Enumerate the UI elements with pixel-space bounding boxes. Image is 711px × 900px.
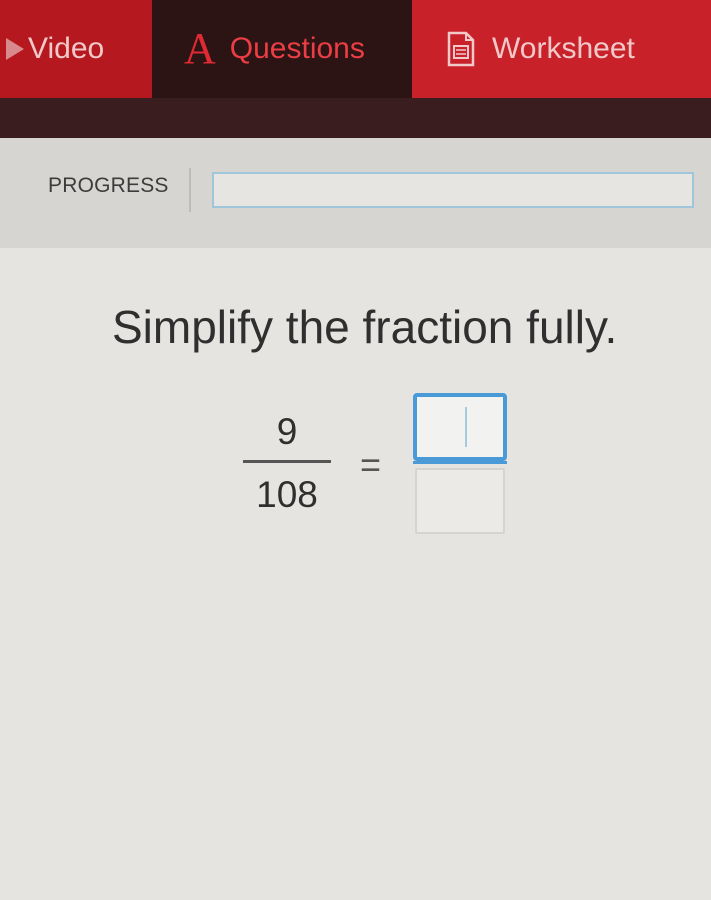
equals-sign: = xyxy=(360,444,382,485)
progress-label: PROGRESS xyxy=(48,174,169,197)
fraction-bar xyxy=(243,460,331,463)
text-caret xyxy=(465,407,467,447)
worksheet-icon xyxy=(446,31,476,67)
progress-bar xyxy=(212,172,694,208)
tab-worksheet-label: Worksheet xyxy=(492,32,635,65)
letter-a-icon: A xyxy=(184,24,216,73)
answer-fraction-bar xyxy=(413,461,507,464)
tab-questions[interactable]: A Questions xyxy=(152,0,412,98)
fraction-denominator: 108 xyxy=(256,474,318,515)
question-area: Simplify the fraction fully. 9 108 = xyxy=(0,248,711,900)
answer-numerator-input[interactable] xyxy=(413,393,507,461)
progress-section: PROGRESS xyxy=(0,138,711,248)
question-prompt: Simplify the fraction fully. xyxy=(112,301,618,353)
given-fraction: 9 108 xyxy=(243,408,331,519)
tab-questions-label: Questions xyxy=(229,32,365,65)
answer-denominator-input[interactable] xyxy=(415,468,505,534)
tab-bar: Video A Questions Worksheet xyxy=(0,0,711,138)
progress-divider xyxy=(189,168,191,212)
tab-video-label: Video xyxy=(28,32,105,65)
play-icon xyxy=(6,36,28,62)
fraction-numerator: 9 xyxy=(276,411,298,452)
tab-video[interactable]: Video xyxy=(0,0,152,98)
tab-worksheet[interactable]: Worksheet xyxy=(412,0,711,98)
